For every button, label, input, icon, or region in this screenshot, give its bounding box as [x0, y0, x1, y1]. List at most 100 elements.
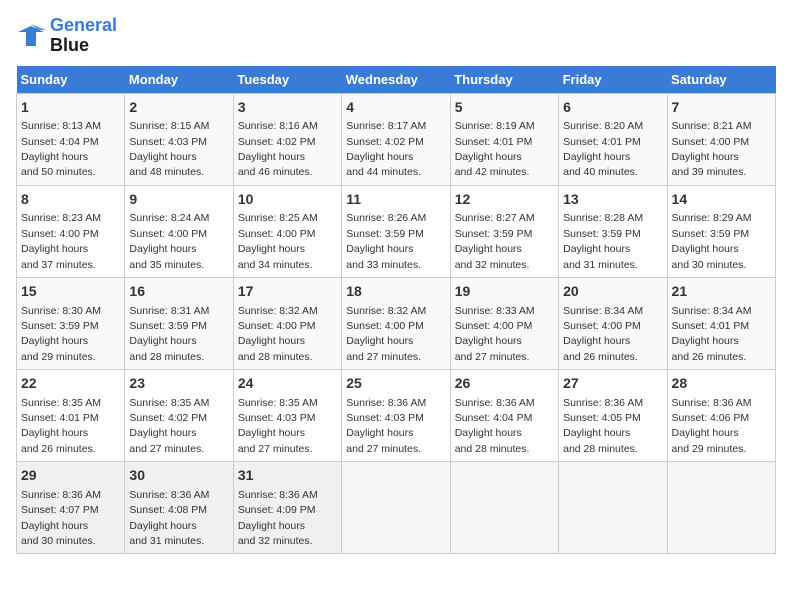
calendar-cell: 31 Sunrise: 8:36 AMSunset: 4:09 PMDayligh… [233, 462, 341, 554]
day-number: 30 [129, 466, 228, 486]
calendar-week-5: 29Sunrise: 8:36 AMSunset: 4:07 PMDayligh… [17, 462, 776, 554]
calendar-cell: 13Sunrise: 8:28 AMSunset: 3:59 PMDayligh… [559, 185, 667, 277]
day-number: 12 [455, 190, 554, 210]
day-info: Sunrise: 8:15 AMSunset: 4:03 PMDaylight … [129, 120, 209, 178]
day-number: 19 [455, 282, 554, 302]
calendar-cell: 6Sunrise: 8:20 AMSunset: 4:01 PMDaylight… [559, 93, 667, 185]
calendar-cell: 10Sunrise: 8:25 AMSunset: 4:00 PMDayligh… [233, 185, 341, 277]
day-info: Sunrise: 8:23 AMSunset: 4:00 PMDaylight … [21, 212, 101, 270]
day-number: 10 [238, 190, 337, 210]
day-number: 2 [129, 98, 228, 118]
day-number: 11 [346, 190, 445, 210]
calendar-cell: 26 Sunrise: 8:36 AMSunset: 4:04 PMDayligh… [450, 370, 558, 462]
calendar-cell: 24 Sunrise: 8:35 AMSunset: 4:03 PMDayligh… [233, 370, 341, 462]
day-info: Sunrise: 8:35 AMSunset: 4:02 PMDaylight … [129, 397, 209, 455]
day-info: Sunrise: 8:36 AMSunset: 4:04 PMDaylight … [455, 397, 535, 455]
calendar-cell: 22 Sunrise: 8:35 AMSunset: 4:01 PMDayligh… [17, 370, 125, 462]
day-number: 9 [129, 190, 228, 210]
day-info: Sunrise: 8:36 AMSunset: 4:08 PMDaylight … [129, 489, 209, 547]
calendar-cell: 29Sunrise: 8:36 AMSunset: 4:07 PMDayligh… [17, 462, 125, 554]
calendar-cell: 12Sunrise: 8:27 AMSunset: 3:59 PMDayligh… [450, 185, 558, 277]
day-info: Sunrise: 8:19 AMSunset: 4:01 PMDaylight … [455, 120, 535, 178]
day-info: Sunrise: 8:16 AMSunset: 4:02 PMDaylight … [238, 120, 318, 178]
weekday-header-tuesday: Tuesday [233, 66, 341, 94]
day-info: Sunrise: 8:27 AMSunset: 3:59 PMDaylight … [455, 212, 535, 270]
calendar-week-2: 8Sunrise: 8:23 AMSunset: 4:00 PMDaylight… [17, 185, 776, 277]
calendar-cell: 16Sunrise: 8:31 AMSunset: 3:59 PMDayligh… [125, 277, 233, 369]
weekday-header-monday: Monday [125, 66, 233, 94]
day-number: 26 [455, 374, 554, 394]
day-number: 24 [238, 374, 337, 394]
logo-text: GeneralBlue [50, 16, 117, 56]
day-info: Sunrise: 8:26 AMSunset: 3:59 PMDaylight … [346, 212, 426, 270]
day-info: Sunrise: 8:36 AMSunset: 4:07 PMDaylight … [21, 489, 101, 547]
day-number: 13 [563, 190, 662, 210]
calendar-cell: 15Sunrise: 8:30 AMSunset: 3:59 PMDayligh… [17, 277, 125, 369]
calendar-week-1: 1Sunrise: 8:13 AMSunset: 4:04 PMDaylight… [17, 93, 776, 185]
day-info: Sunrise: 8:28 AMSunset: 3:59 PMDaylight … [563, 212, 643, 270]
day-number: 22 [21, 374, 120, 394]
calendar-cell: 17 Sunrise: 8:32 AMSunset: 4:00 PMDayligh… [233, 277, 341, 369]
day-number: 25 [346, 374, 445, 394]
weekday-header-wednesday: Wednesday [342, 66, 450, 94]
day-number: 7 [672, 98, 771, 118]
calendar-cell: 14Sunrise: 8:29 AMSunset: 3:59 PMDayligh… [667, 185, 775, 277]
calendar-cell [667, 462, 775, 554]
day-info: Sunrise: 8:25 AMSunset: 4:00 PMDaylight … [238, 212, 318, 270]
calendar-cell: 7Sunrise: 8:21 AMSunset: 4:00 PMDaylight… [667, 93, 775, 185]
day-number: 6 [563, 98, 662, 118]
day-info: Sunrise: 8:35 AMSunset: 4:01 PMDaylight … [21, 397, 101, 455]
day-number: 28 [672, 374, 771, 394]
calendar-cell: 8Sunrise: 8:23 AMSunset: 4:00 PMDaylight… [17, 185, 125, 277]
calendar-cell: 5Sunrise: 8:19 AMSunset: 4:01 PMDaylight… [450, 93, 558, 185]
day-info: Sunrise: 8:17 AMSunset: 4:02 PMDaylight … [346, 120, 426, 178]
day-info: Sunrise: 8:36 AMSunset: 4:05 PMDaylight … [563, 397, 643, 455]
day-number: 31 [238, 466, 337, 486]
day-info: Sunrise: 8:30 AMSunset: 3:59 PMDaylight … [21, 305, 101, 363]
day-info: Sunrise: 8:29 AMSunset: 3:59 PMDaylight … [672, 212, 752, 270]
calendar-cell: 1Sunrise: 8:13 AMSunset: 4:04 PMDaylight… [17, 93, 125, 185]
header: GeneralBlue [16, 16, 776, 56]
calendar-cell: 3Sunrise: 8:16 AMSunset: 4:02 PMDaylight… [233, 93, 341, 185]
calendar-cell: 30 Sunrise: 8:36 AMSunset: 4:08 PMDayligh… [125, 462, 233, 554]
weekday-header-saturday: Saturday [667, 66, 775, 94]
calendar-cell [342, 462, 450, 554]
calendar-cell [450, 462, 558, 554]
day-number: 3 [238, 98, 337, 118]
day-number: 23 [129, 374, 228, 394]
calendar-cell: 20 Sunrise: 8:34 AMSunset: 4:00 PMDayligh… [559, 277, 667, 369]
weekday-header-thursday: Thursday [450, 66, 558, 94]
day-number: 8 [21, 190, 120, 210]
logo-icon [16, 22, 46, 50]
calendar-cell: 27 Sunrise: 8:36 AMSunset: 4:05 PMDayligh… [559, 370, 667, 462]
calendar-cell: 21Sunrise: 8:34 AMSunset: 4:01 PMDayligh… [667, 277, 775, 369]
day-info: Sunrise: 8:32 AMSunset: 4:00 PMDaylight … [346, 305, 426, 363]
day-info: Sunrise: 8:36 AMSunset: 4:09 PMDaylight … [238, 489, 318, 547]
day-info: Sunrise: 8:20 AMSunset: 4:01 PMDaylight … [563, 120, 643, 178]
day-info: Sunrise: 8:32 AMSunset: 4:00 PMDaylight … [238, 305, 318, 363]
logo: GeneralBlue [16, 16, 117, 56]
day-number: 27 [563, 374, 662, 394]
day-number: 5 [455, 98, 554, 118]
calendar-cell: 28Sunrise: 8:36 AMSunset: 4:06 PMDayligh… [667, 370, 775, 462]
calendar-week-4: 22 Sunrise: 8:35 AMSunset: 4:01 PMDayligh… [17, 370, 776, 462]
day-info: Sunrise: 8:13 AMSunset: 4:04 PMDaylight … [21, 120, 101, 178]
calendar-cell: 25Sunrise: 8:36 AMSunset: 4:03 PMDayligh… [342, 370, 450, 462]
day-number: 17 [238, 282, 337, 302]
day-info: Sunrise: 8:35 AMSunset: 4:03 PMDaylight … [238, 397, 318, 455]
calendar-cell: 19 Sunrise: 8:33 AMSunset: 4:00 PMDayligh… [450, 277, 558, 369]
day-number: 14 [672, 190, 771, 210]
calendar-cell: 4Sunrise: 8:17 AMSunset: 4:02 PMDaylight… [342, 93, 450, 185]
day-number: 20 [563, 282, 662, 302]
calendar-cell: 11Sunrise: 8:26 AMSunset: 3:59 PMDayligh… [342, 185, 450, 277]
calendar-week-3: 15Sunrise: 8:30 AMSunset: 3:59 PMDayligh… [17, 277, 776, 369]
calendar-cell: 23 Sunrise: 8:35 AMSunset: 4:02 PMDayligh… [125, 370, 233, 462]
day-info: Sunrise: 8:31 AMSunset: 3:59 PMDaylight … [129, 305, 209, 363]
calendar-table: SundayMondayTuesdayWednesdayThursdayFrid… [16, 66, 776, 555]
day-info: Sunrise: 8:33 AMSunset: 4:00 PMDaylight … [455, 305, 535, 363]
day-number: 18 [346, 282, 445, 302]
day-number: 21 [672, 282, 771, 302]
calendar-cell: 2Sunrise: 8:15 AMSunset: 4:03 PMDaylight… [125, 93, 233, 185]
day-number: 4 [346, 98, 445, 118]
day-info: Sunrise: 8:34 AMSunset: 4:00 PMDaylight … [563, 305, 643, 363]
